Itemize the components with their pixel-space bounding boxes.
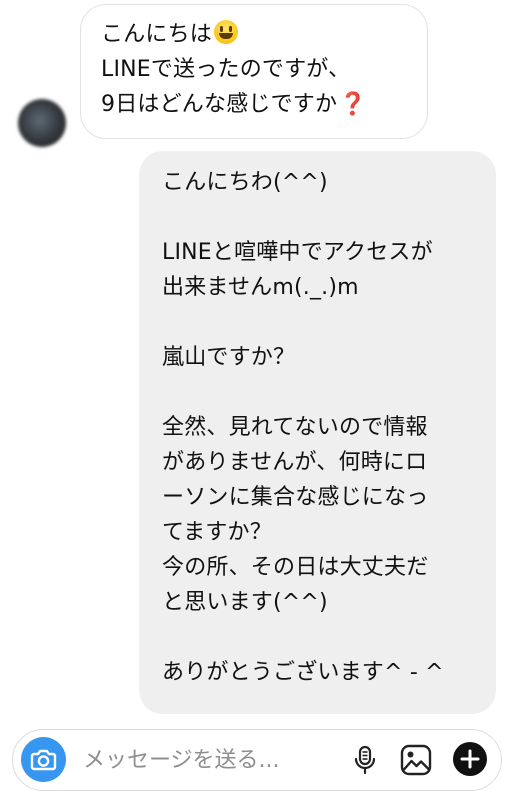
- sender-avatar[interactable]: [18, 99, 66, 147]
- outgoing-line-4: 出来ませんm(._.)m: [162, 275, 359, 300]
- gallery-icon: [400, 744, 432, 776]
- outgoing-line-10: ーソンに集合な感じになっ: [162, 485, 429, 510]
- message-input[interactable]: [83, 744, 343, 776]
- outgoing-line-6: 嵐山ですか？: [162, 345, 296, 370]
- camera-icon: [30, 749, 57, 771]
- outgoing-line-15: ありがとうございます^ - ^: [162, 660, 444, 685]
- outgoing-line-11: てますか？: [162, 520, 272, 545]
- plus-button[interactable]: [453, 742, 487, 776]
- microphone-button[interactable]: [347, 742, 383, 778]
- camera-button[interactable]: [21, 737, 66, 782]
- gallery-button[interactable]: [398, 742, 434, 778]
- plus-icon: [460, 749, 480, 769]
- outgoing-line-3: LINEと喧嘩中でアクセスが: [162, 240, 433, 265]
- smiling-face-emoji-icon: [214, 20, 239, 44]
- chat-screen: こんにちは LINEで送ったのですが、 9日はどんな感じですか❓ こんにちわ(^…: [0, 0, 514, 800]
- outgoing-message-bubble[interactable]: こんにちわ(^^) LINEと喧嘩中でアクセスが 出来ませんm(._.)m 嵐山…: [139, 151, 496, 714]
- red-question-mark-emoji-icon: ❓: [339, 92, 367, 117]
- incoming-line-1: こんにちは: [101, 17, 407, 52]
- outgoing-line-14: [162, 620, 478, 655]
- outgoing-line-8: 全然、見れてないので情報: [162, 415, 428, 440]
- outgoing-line-7: [162, 375, 478, 410]
- outgoing-line-13: と思います(^^): [162, 590, 328, 615]
- message-composer: [12, 729, 502, 791]
- outgoing-line-12: 今の所、その日は大丈夫だ: [162, 555, 429, 580]
- outgoing-line-5: [162, 305, 478, 340]
- incoming-message-bubble[interactable]: こんにちは LINEで送ったのですが、 9日はどんな感じですか❓: [80, 4, 428, 139]
- outgoing-line-2: [162, 200, 478, 235]
- outgoing-line-1: こんにちわ(^^): [162, 170, 328, 195]
- outgoing-line-9: がありませんが、何時にロ: [162, 450, 428, 475]
- incoming-line-2: LINEで送ったのですが、: [101, 57, 351, 82]
- incoming-line-3: 9日はどんな感じですか❓: [101, 92, 367, 117]
- microphone-icon: [354, 745, 376, 775]
